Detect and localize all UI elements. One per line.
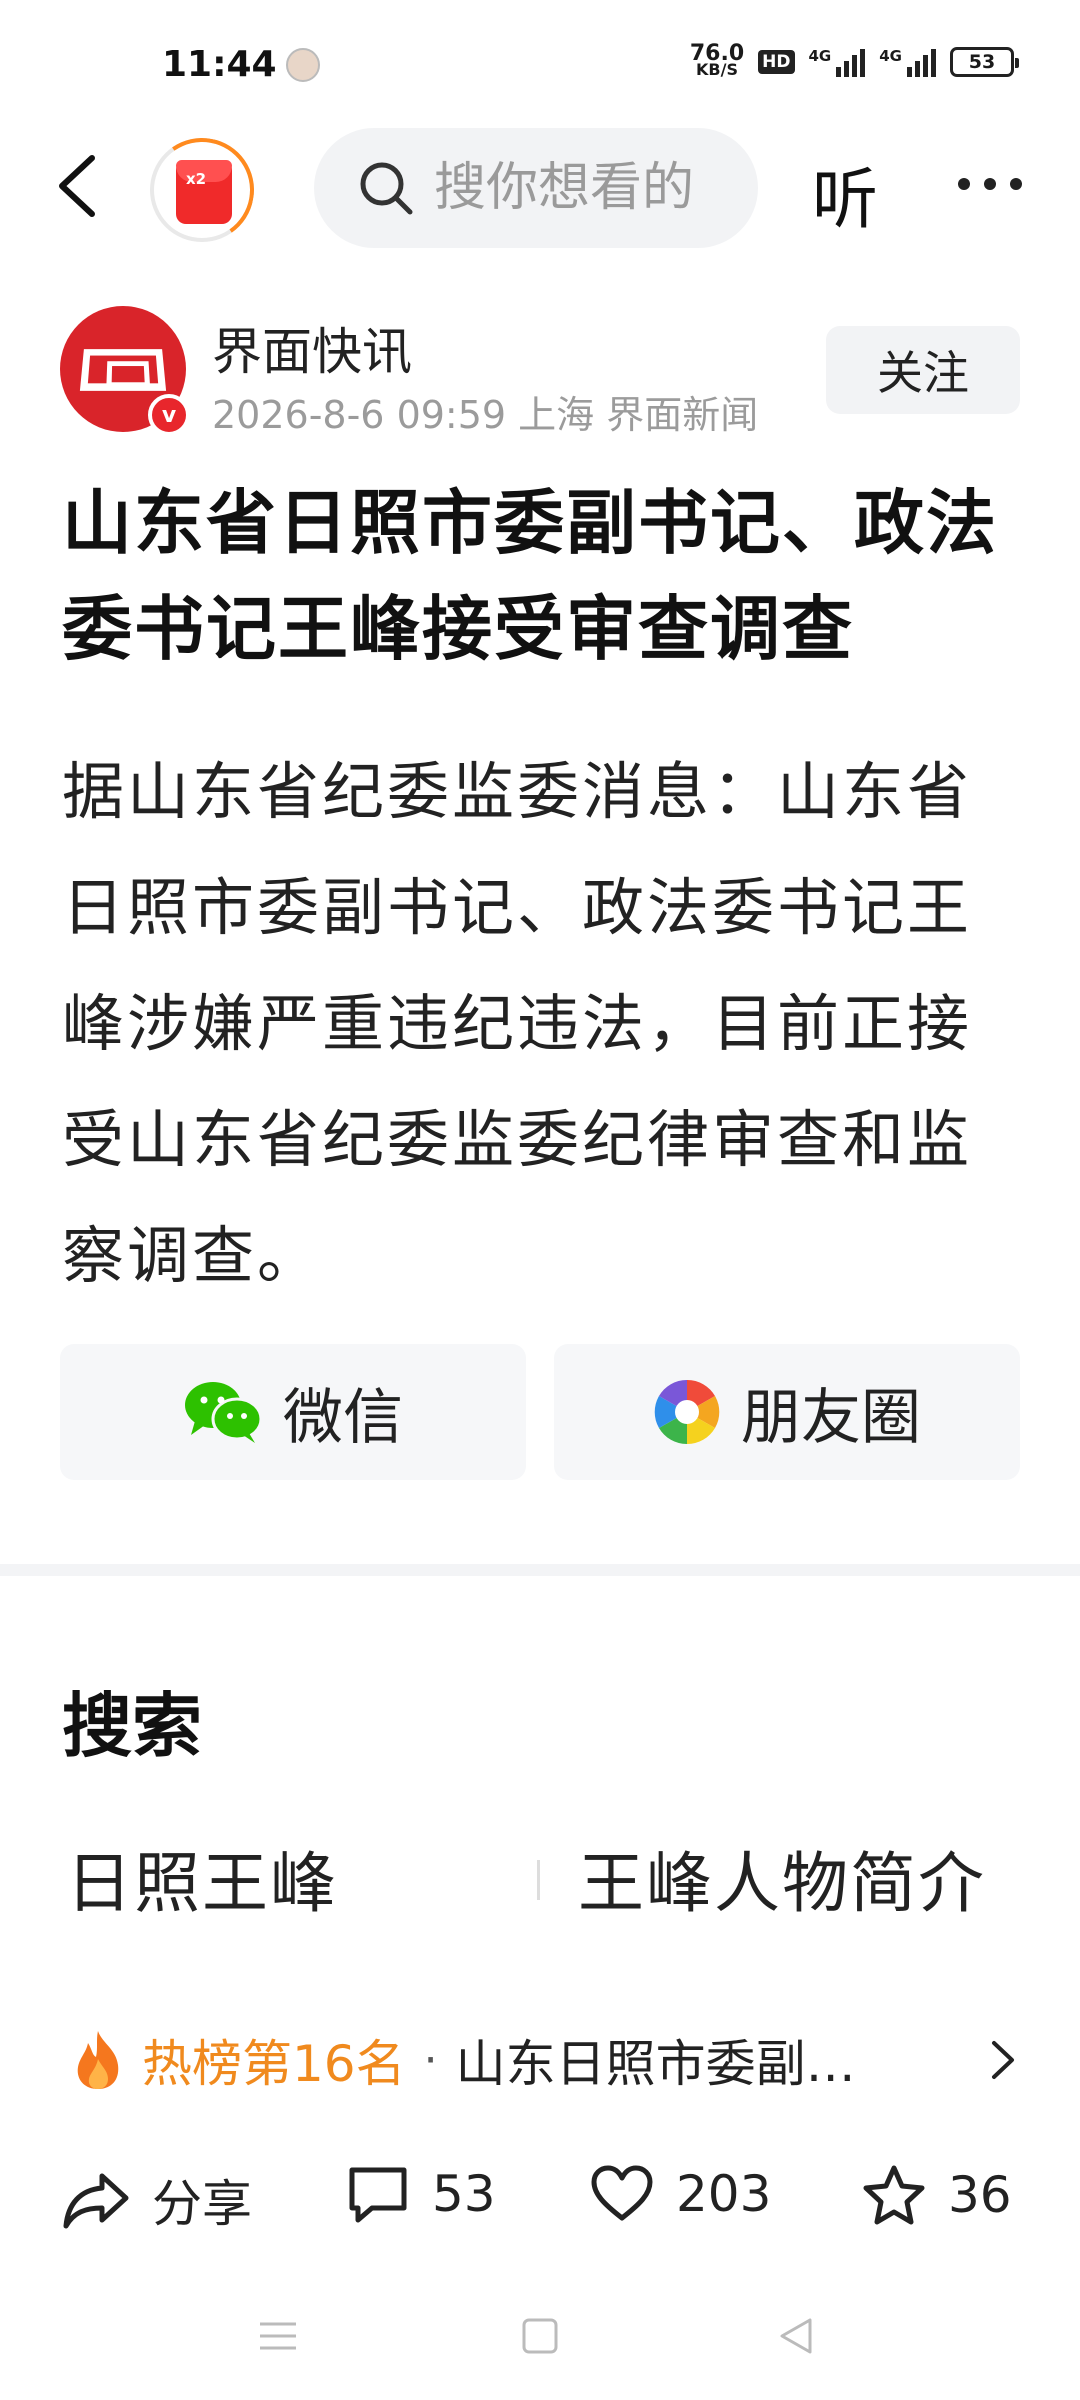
- share-action-label: 分享: [152, 2175, 252, 2233]
- article-body: 据山东省纪委监委消息：山东省日照市委副书记、政法委书记王峰涉嫌严重违纪违法，目前…: [62, 755, 973, 1292]
- more-dots-icon: [958, 178, 1022, 190]
- signal-icon-2: 4G: [879, 47, 936, 77]
- system-back-button[interactable]: [774, 2314, 818, 2362]
- moments-aperture-icon: [654, 1379, 720, 1445]
- favorite-button[interactable]: 36: [862, 2164, 1012, 2226]
- menu-lines-icon: [260, 2322, 296, 2350]
- like-button[interactable]: 203: [590, 2164, 771, 2224]
- comment-icon: [349, 2167, 407, 2223]
- listen-button[interactable]: 听: [812, 146, 878, 242]
- article-title: 山东省日照市委副书记、政法委书记王峰接受审查调查: [62, 482, 998, 670]
- battery-icon: 53: [950, 47, 1019, 77]
- red-envelope-reward-button[interactable]: x2: [141, 129, 263, 251]
- verified-badge-icon: v: [148, 394, 190, 436]
- search-section-title: 搜索: [62, 1685, 202, 1767]
- fire-icon: [77, 2031, 119, 2089]
- star-icon: [863, 2165, 925, 2225]
- share-wechat-label: 微信: [283, 1382, 403, 1453]
- share-arrow-icon: [63, 2173, 129, 2229]
- notification-avatar-icon: [286, 48, 320, 82]
- hd-icon: HD: [758, 50, 795, 74]
- search-input[interactable]: [434, 158, 734, 218]
- share-action-button[interactable]: 分享: [62, 2164, 252, 2236]
- top-navigation: x2 听: [0, 128, 1080, 251]
- suggestion-separator: [537, 1860, 540, 1900]
- reward-multiplier: x2: [186, 170, 207, 188]
- back-button[interactable]: [48, 150, 118, 220]
- search-bar[interactable]: [314, 128, 758, 248]
- status-indicators: 76.0 KB/S HD 4G 4G 53: [689, 41, 1019, 79]
- section-divider: [0, 1564, 1080, 1576]
- back-triangle-icon: [780, 2318, 812, 2354]
- jiemian-logo-icon: [79, 349, 167, 391]
- status-bar: 11:44 76.0 KB/S HD 4G 4G 53: [0, 0, 1080, 130]
- hot-list-row[interactable]: 热榜第16名 · 山东日照市委副书记、政法委书记王峰接受审查调查: [72, 2020, 1022, 2100]
- action-bar: 分享 53 203 36: [0, 2150, 1080, 2250]
- search-suggestion-2[interactable]: 王峰人物简介: [578, 1830, 986, 1926]
- comment-count: 53: [432, 2165, 496, 2223]
- home-square-icon: [522, 2318, 558, 2354]
- author-name[interactable]: 界面快讯: [212, 312, 412, 384]
- share-moments-label: 朋友圈: [741, 1382, 921, 1453]
- system-navigation-bar: [0, 2290, 1080, 2400]
- hot-separator: ·: [423, 2034, 438, 2086]
- search-suggestions: 日照王峰 王峰人物简介: [0, 1830, 1080, 1940]
- status-time: 11:44: [162, 44, 277, 85]
- comment-button[interactable]: 53: [346, 2164, 496, 2224]
- chevron-left-icon: [59, 155, 95, 217]
- more-button[interactable]: [950, 154, 1030, 214]
- author-meta: 2026-8-6 09:59 上海 界面新闻: [212, 393, 759, 437]
- wechat-icon: [185, 1382, 263, 1443]
- signal-icon: 4G: [809, 47, 866, 77]
- hot-rank: 热榜第16名: [142, 2035, 406, 2093]
- share-row: 微信 朋友圈: [60, 1344, 1020, 1480]
- like-count: 203: [676, 2165, 772, 2223]
- network-speed: 76.0 KB/S: [689, 41, 745, 79]
- share-moments-button[interactable]: 朋友圈: [554, 1344, 1020, 1480]
- author-row: v 界面快讯 2026-8-6 09:59 上海 界面新闻 关注: [0, 300, 1080, 440]
- system-menu-button[interactable]: [256, 2314, 300, 2362]
- search-suggestion-1[interactable]: 日照王峰: [66, 1830, 338, 1926]
- author-avatar[interactable]: v: [60, 306, 190, 436]
- system-home-button[interactable]: [518, 2314, 562, 2362]
- favorite-count: 36: [948, 2166, 1012, 2224]
- follow-button[interactable]: 关注: [826, 326, 1020, 414]
- share-wechat-button[interactable]: 微信: [60, 1344, 526, 1480]
- search-icon: [360, 162, 413, 215]
- chevron-right-icon: [992, 2041, 1014, 2079]
- heart-icon: [591, 2165, 653, 2221]
- hot-headline: 山东日照市委副书记、政法委书记王峰接受审查调查: [455, 2035, 886, 2093]
